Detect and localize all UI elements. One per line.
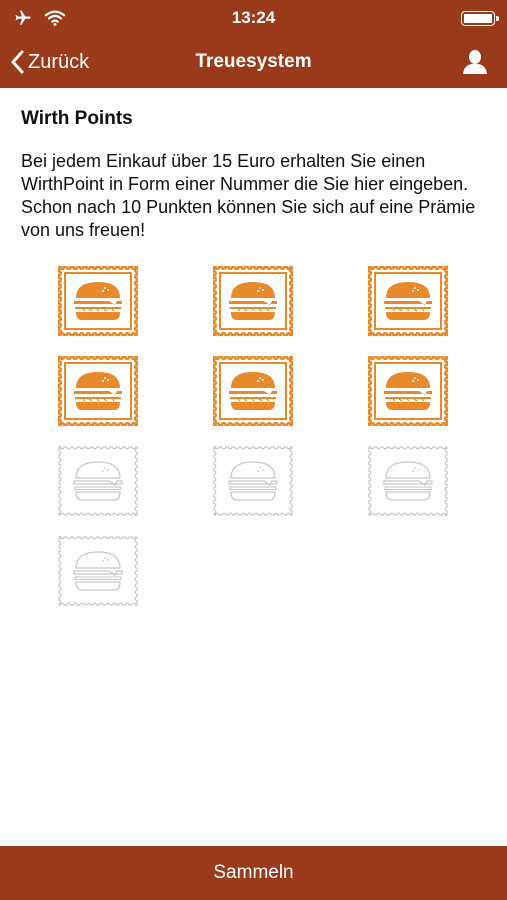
- burger-stamp-empty-icon: [213, 446, 293, 516]
- burger-stamp-collected-icon: [368, 356, 448, 426]
- burger-stamp-collected-icon: [58, 356, 138, 426]
- burger-stamp-collected-icon: [213, 266, 293, 336]
- navigation-bar: Zurück Treuesystem: [0, 36, 507, 88]
- status-time: 13:24: [231, 8, 276, 27]
- battery-icon: [461, 11, 499, 26]
- status-bar: 13:24: [0, 0, 507, 36]
- collect-button[interactable]: Sammeln: [0, 846, 507, 900]
- burger-stamp-collected-icon: [58, 266, 138, 336]
- burger-stamp-empty-icon: [368, 446, 448, 516]
- burger-stamp-collected-icon: [368, 266, 448, 336]
- section-heading: Wirth Points: [21, 108, 133, 129]
- page-title: Treuesystem: [195, 51, 312, 72]
- profile-button[interactable]: [461, 48, 489, 76]
- collect-button-label: Sammeln: [213, 862, 294, 883]
- loyalty-content: Wirth Points Bei jedem Einkauf über 15 E…: [0, 88, 507, 846]
- burger-stamp-empty-icon: [58, 446, 138, 516]
- section-description: Bei jedem Einkauf über 15 Euro erhalten …: [21, 151, 476, 240]
- burger-stamp-empty-icon: [58, 536, 138, 606]
- user-icon: [463, 50, 487, 74]
- burger-stamp-collected-icon: [213, 356, 293, 426]
